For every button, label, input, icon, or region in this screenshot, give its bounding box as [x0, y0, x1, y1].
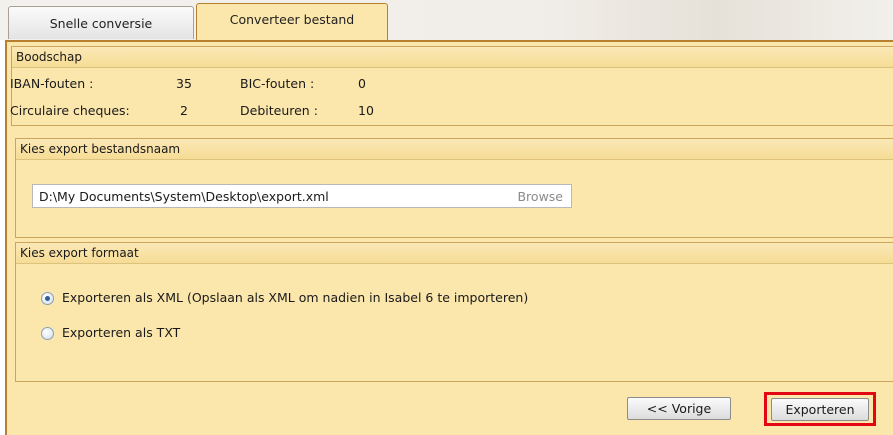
convert-file-panel: Boodschap Kies export bestandsnaam Kies … [5, 40, 893, 435]
export-path-input[interactable]: D:\My Documents\System\Desktop\export.xm… [32, 184, 572, 208]
debtors-value: 10 [358, 103, 374, 118]
radio-export-xml[interactable] [41, 292, 54, 305]
bic-errors-label: BIC-fouten : [240, 76, 315, 91]
filename-header: Kies export bestandsnaam [16, 139, 893, 160]
circular-cheques-value: 2 [180, 103, 188, 118]
tab-snelle-conversie[interactable]: Snelle conversie [8, 6, 194, 39]
previous-button[interactable]: << Vorige [627, 397, 731, 420]
tab-strip: Snelle conversie Converteer bestand [0, 0, 893, 40]
browse-button[interactable]: Browse [517, 189, 563, 204]
tab-converteer-bestand[interactable]: Converteer bestand [196, 3, 388, 40]
format-header: Kies export formaat [16, 243, 893, 264]
export-path-value: D:\My Documents\System\Desktop\export.xm… [39, 189, 329, 204]
debtors-label: Debiteuren : [240, 103, 318, 118]
export-txt-label[interactable]: Exporteren als TXT [62, 325, 180, 340]
message-group: Boodschap [11, 46, 893, 126]
iban-errors-label: IBAN-fouten : [10, 76, 94, 91]
export-button[interactable]: Exporteren [771, 398, 869, 421]
message-header: Boodschap [12, 47, 893, 68]
export-xml-label[interactable]: Exporteren als XML (Opslaan als XML om n… [62, 290, 528, 305]
bic-errors-value: 0 [358, 76, 366, 91]
format-group: Kies export formaat [15, 242, 893, 382]
circular-cheques-label: Circulaire cheques: [10, 103, 130, 118]
radio-export-txt[interactable] [41, 327, 54, 340]
iban-errors-value: 35 [176, 76, 192, 91]
